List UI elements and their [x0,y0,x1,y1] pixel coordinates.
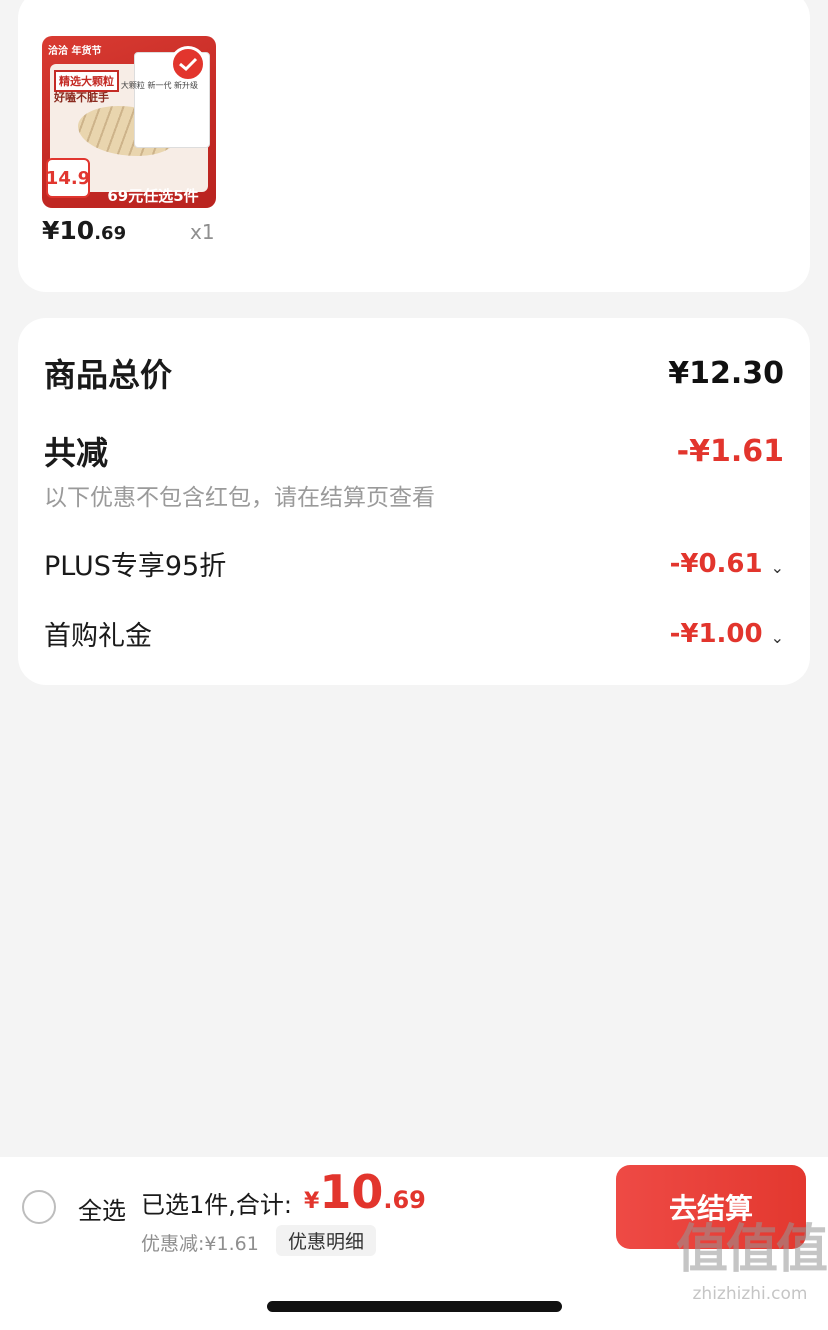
discount-label: 首购礼金 [44,621,152,652]
total-reduction-value: -¥1.61 [676,433,784,469]
discount-value-wrap: -¥1.00 ⌄ [670,619,784,649]
thumbnail-price-badge: 14.9 [46,158,90,198]
product-card: 洽洽 年货节 精选大颗粒 好嗑不脏手 大颗粒 新一代 新升级 14.9 69元任… [18,0,810,292]
watermark: 值值值 zhizhizhi.com [676,1220,828,1330]
chevron-down-icon: ⌄ [770,557,784,577]
price-symbol: ¥ [42,216,60,245]
total-price-value: ¥12.30 [668,355,784,391]
selected-count-label: 已选1件,合计: [141,1191,292,1219]
select-all-label[interactable]: 全选 [78,1191,126,1226]
select-all-radio[interactable] [22,1190,56,1224]
total-price-label: 商品总价 [44,356,173,394]
discount-value: -¥1.00 [669,618,763,649]
chevron-down-icon: ⌄ [770,627,784,647]
total-reduction-row: 共减 -¥1.61 [44,428,784,474]
thumbnail-banner: 69元任选5件 [107,186,199,205]
product-quantity: x1 [190,220,215,244]
product-price: ¥10.69 [42,216,126,245]
price-integer: 10 [59,216,95,245]
total-symbol: ¥ [304,1189,320,1214]
total-decimal: .69 [383,1186,426,1214]
discount-summary: 优惠减:¥1.61 [141,1233,259,1255]
discount-note: 以下优惠不包含红包，请在结算页查看 [44,485,435,511]
home-indicator[interactable] [267,1301,562,1312]
discount-label: PLUS专享95折 [44,551,227,582]
price-summary-card: 商品总价 ¥12.30 共减 -¥1.61 以下优惠不包含红包，请在结算页查看 … [18,318,810,685]
thumbnail-brand: 洽洽 年货节 [48,46,102,57]
discount-value: -¥0.61 [669,548,763,579]
product-thumbnail[interactable]: 洽洽 年货节 精选大颗粒 好嗑不脏手 大颗粒 新一代 新升级 14.9 69元任… [42,36,216,208]
price-decimal: .69 [94,223,127,244]
discount-row-gift[interactable]: 首购礼金 -¥1.00 ⌄ [44,614,784,653]
checkmark-icon [170,46,206,82]
discount-row-plus[interactable]: PLUS专享95折 -¥0.61 ⌄ [44,544,784,583]
watermark-url: zhizhizhi.com [692,1284,808,1304]
thumbnail-tag-secondary: 好嗑不脏手 [54,91,109,104]
discount-detail-button[interactable]: 优惠明细 [276,1225,377,1256]
watermark-logo: 值值值 [676,1220,828,1280]
discount-value-wrap: -¥0.61 ⌄ [670,549,784,579]
total-price-row: 商品总价 ¥12.30 [44,350,784,396]
total-integer: 10 [319,1165,384,1219]
checkout-total: ¥10.69 [304,1165,426,1219]
total-reduction-label: 共减 [44,434,109,472]
